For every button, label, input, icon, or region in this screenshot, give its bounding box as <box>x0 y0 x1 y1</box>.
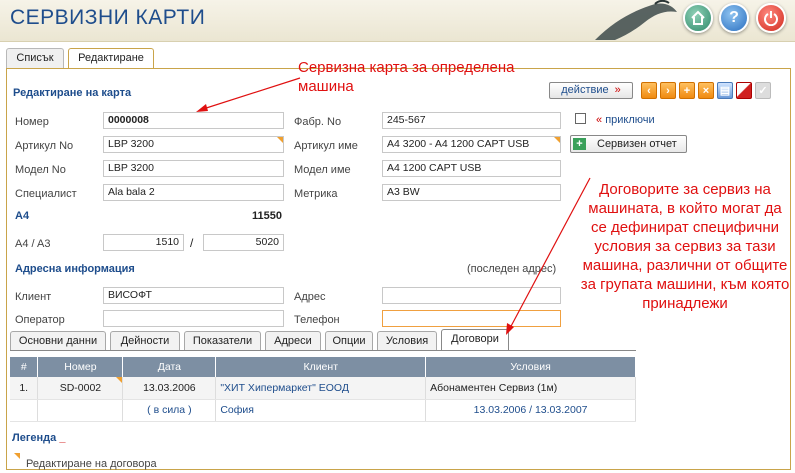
closed-label-text: приключи <box>605 114 655 126</box>
tab-divider <box>10 350 636 351</box>
annotation-contracts: Договорите за сервиз на машината, в койт… <box>580 181 790 312</box>
col-index: # <box>10 357 39 377</box>
clear-button[interactable] <box>736 82 752 99</box>
a3-counter-field[interactable]: 5020 <box>203 234 284 251</box>
artikul-ime-value: A4 3200 - A4 1200 CAPT USB <box>387 138 530 150</box>
tab-conditions[interactable]: Условия <box>377 331 437 351</box>
row-empty <box>10 399 39 422</box>
label-phone: Телефон <box>294 314 340 326</box>
row-number: SD-0002 <box>59 381 102 394</box>
home-icon <box>691 10 705 25</box>
tab-activities[interactable]: Дейности <box>110 331 180 351</box>
tab-edit[interactable]: Редактиране <box>68 48 154 68</box>
table-row[interactable]: 1. SD-0002 13.03.2006 "ХИТ Хипермаркет" … <box>10 377 636 400</box>
label-fabr-no: Фабр. No <box>294 116 342 128</box>
tab-indicators[interactable]: Показатели <box>184 331 261 351</box>
row-city: София <box>215 399 427 422</box>
next-button[interactable]: › <box>660 82 676 99</box>
service-report-label: Сервизен отчет <box>597 138 677 150</box>
action-label: действие <box>561 84 609 96</box>
tab-options[interactable]: Опции <box>325 331 373 351</box>
nomer-field[interactable]: 0000008 <box>103 112 284 129</box>
row-number-cell[interactable]: SD-0002 <box>37 377 124 400</box>
a4-counter-field[interactable]: 1510 <box>103 234 184 251</box>
help-button[interactable]: ? <box>719 3 749 33</box>
artikul-ime-field[interactable]: A4 3200 - A4 1200 CAPT USB <box>382 136 561 153</box>
phone-field[interactable] <box>382 310 561 327</box>
artikul-no-value: LBP 3200 <box>108 138 154 150</box>
label-artikul-ime: Артикул име <box>294 140 358 152</box>
address-field[interactable] <box>382 287 561 304</box>
model-no-field[interactable]: LBP 3200 <box>103 160 284 177</box>
label-nomer: Номер <box>15 116 49 128</box>
col-conditions: Условия <box>425 357 636 377</box>
legend-title-text: Легенда <box>12 432 57 444</box>
closed-quote: « <box>596 114 603 126</box>
address-hint: (последен адрес) <box>467 263 557 275</box>
row-index: 1. <box>10 377 39 400</box>
section-title-edit: Редактиране на карта <box>13 87 132 99</box>
bird-logo-icon <box>595 0 677 41</box>
edit-marker-icon <box>14 453 20 459</box>
contracts-table: # Номер Дата Клиент Условия 1. SD-0002 1… <box>10 357 636 422</box>
row-empty <box>37 399 124 422</box>
edit-marker-icon <box>554 137 560 143</box>
operator-field[interactable] <box>103 310 284 327</box>
col-number: Номер <box>37 357 124 377</box>
edit-marker-icon <box>116 377 123 383</box>
legend-item: Редактиране на договора <box>26 458 157 470</box>
fabr-no-field[interactable]: 245-567 <box>382 112 561 129</box>
artikul-no-field[interactable]: LBP 3200 <box>103 136 284 153</box>
label-a4-a3: A4 / A3 <box>15 238 51 250</box>
metrika-field[interactable]: A3 BW <box>382 184 561 201</box>
label-client: Клиент <box>15 291 52 303</box>
counters-total: 11550 <box>252 210 282 222</box>
print-button[interactable]: ▤ <box>717 82 733 99</box>
action-button[interactable]: действие » <box>549 82 633 99</box>
row-date-status: ( в сила ) <box>122 399 217 422</box>
row-period: 13.03.2006 / 13.03.2007 <box>425 399 636 422</box>
tab-main-data[interactable]: Основни данни <box>10 331 106 351</box>
closed-checkbox[interactable] <box>575 113 586 124</box>
model-ime-field[interactable]: A4 1200 CAPT USB <box>382 160 561 177</box>
page-title: СЕРВИЗНИ КАРТИ <box>10 6 206 29</box>
legend-title: Легенда _ <box>12 432 65 444</box>
label-model-no: Модел No <box>15 164 66 176</box>
specialist-field[interactable]: Ala bala 2 <box>103 184 284 201</box>
power-icon <box>764 11 778 27</box>
col-date: Дата <box>122 357 217 377</box>
edit-marker-icon <box>277 137 283 143</box>
confirm-button[interactable]: ✓ <box>755 82 771 99</box>
app-header: СЕРВИЗНИ КАРТИ ? <box>0 0 795 42</box>
address-section-title: Адресна информация <box>15 263 135 275</box>
tab-contracts[interactable]: Договори <box>441 329 509 351</box>
service-report-button[interactable]: + Сервизен отчет <box>570 135 687 153</box>
label-model-ime: Модел име <box>294 164 351 176</box>
col-client: Клиент <box>215 357 427 377</box>
row-conditions: Абонаментен Сервиз (1м) <box>425 377 636 400</box>
legend-underscore: _ <box>59 432 66 444</box>
label-artikul-no: Артикул No <box>15 140 74 152</box>
home-button[interactable] <box>683 3 713 33</box>
annotation-service-card: Сервизна карта за определена машина <box>298 59 515 95</box>
tab-addresses[interactable]: Адреси <box>265 331 321 351</box>
counters-title: A4 <box>15 210 30 222</box>
closed-label: « приключи <box>596 114 655 126</box>
tab-list[interactable]: Списък <box>6 48 64 68</box>
prev-button[interactable]: ‹ <box>641 82 657 99</box>
table-row: ( в сила ) София 13.03.2006 / 13.03.2007 <box>10 399 636 422</box>
action-arrow-icon: » <box>614 84 621 96</box>
delete-button[interactable]: × <box>698 82 714 99</box>
label-address: Адрес <box>294 291 326 303</box>
client-field[interactable]: ВИСОФТ <box>103 287 284 304</box>
label-operator: Оператор <box>15 314 65 326</box>
label-metrika: Метрика <box>294 188 338 200</box>
add-button[interactable]: + <box>679 82 695 99</box>
label-specialist: Специалист <box>15 188 77 200</box>
counter-separator: / <box>190 236 194 250</box>
plus-icon: + <box>573 138 586 150</box>
power-button[interactable] <box>756 3 786 33</box>
row-date: 13.03.2006 <box>122 377 217 400</box>
row-client[interactable]: "ХИТ Хипермаркет" ЕООД <box>215 377 427 400</box>
